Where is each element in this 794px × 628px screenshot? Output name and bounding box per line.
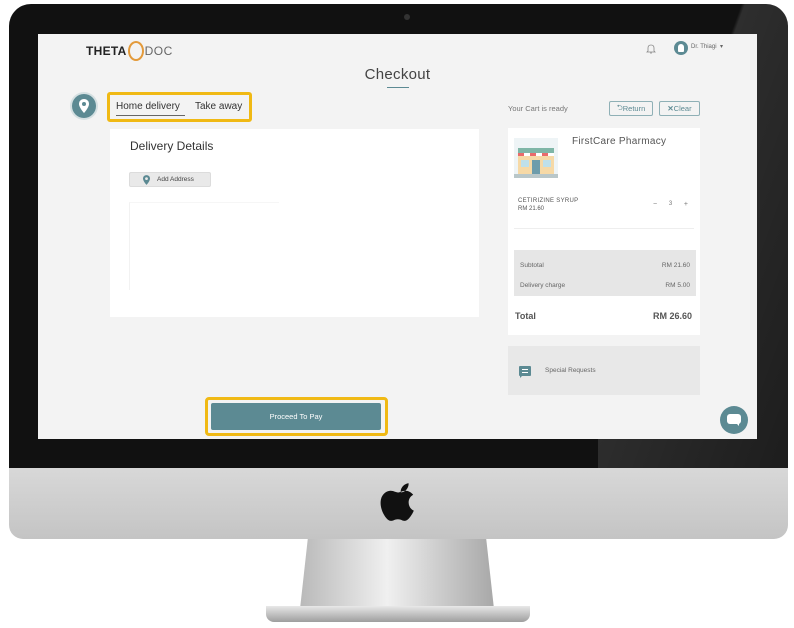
- apple-logo-icon: [380, 483, 414, 521]
- pay-highlight: Proceed To Pay: [205, 397, 388, 436]
- location-pin-button[interactable]: [72, 94, 96, 118]
- address-map-area[interactable]: [129, 202, 279, 290]
- price-summary: Subtotal RM 21.60 Delivery charge RM 5.0…: [514, 250, 696, 296]
- quantity-value: 3: [668, 201, 673, 207]
- monitor-stand: [300, 539, 494, 609]
- decrease-quantity-button[interactable]: −: [653, 201, 657, 208]
- chat-icon[interactable]: [720, 406, 748, 434]
- tab-take-away[interactable]: Take away: [195, 101, 242, 112]
- bell-icon[interactable]: [645, 43, 657, 55]
- increase-quantity-button[interactable]: +: [684, 201, 688, 208]
- camera-icon: [404, 14, 410, 20]
- cart-card: FirstCare Pharmacy CETIRIZINE SYRUP RM 2…: [508, 128, 700, 335]
- imac-mockup: THETA DOC Dr. Thiagi ▾ Checkout Home del…: [0, 0, 794, 628]
- store-icon: [514, 138, 558, 178]
- return-label: Return: [622, 104, 646, 113]
- delivery-charge-label: Delivery charge: [520, 282, 566, 289]
- special-requests-button[interactable]: Special Requests: [508, 346, 700, 395]
- subtotal-row: Subtotal RM 21.60: [520, 262, 690, 269]
- delivery-mode-tabs: Home delivery Take away: [107, 92, 252, 122]
- delivery-charge-value: RM 5.00: [665, 282, 690, 289]
- total-row: Total RM 26.60: [515, 311, 692, 321]
- delivery-details-heading: Delivery Details: [130, 139, 214, 153]
- active-tab-indicator: [116, 115, 185, 116]
- total-value: RM 26.60: [652, 311, 692, 321]
- delivery-details-card: Delivery Details Add Address: [110, 129, 479, 317]
- user-name[interactable]: Dr. Thiagi: [691, 44, 717, 50]
- location-pin-icon: [79, 99, 89, 113]
- pharmacy-name: FirstCare Pharmacy: [572, 136, 667, 147]
- cart-item-price: RM 21.60: [518, 206, 545, 212]
- message-icon: [519, 366, 531, 378]
- title-underline: [387, 87, 409, 88]
- tab-home-delivery[interactable]: Home delivery: [116, 101, 180, 112]
- map-pin-icon: [143, 175, 150, 185]
- proceed-to-pay-button[interactable]: Proceed To Pay: [211, 403, 381, 430]
- clear-label: Clear: [673, 104, 692, 113]
- quantity-stepper: − 3 +: [651, 198, 690, 210]
- divider: [514, 228, 694, 229]
- delivery-charge-row: Delivery charge RM 5.00: [520, 282, 690, 289]
- add-address-label: Add Address: [157, 176, 194, 183]
- cart-status: Your Cart is ready: [508, 104, 568, 113]
- app-screen: THETA DOC Dr. Thiagi ▾ Checkout Home del…: [38, 34, 757, 439]
- cart-item-name: CETIRIZINE SYRUP: [518, 198, 579, 204]
- special-requests-label: Special Requests: [545, 367, 596, 374]
- page-title: Checkout: [364, 66, 431, 83]
- total-label: Total: [515, 311, 536, 321]
- logo-ring-icon: [127, 41, 144, 61]
- return-button[interactable]: ⮌ Return: [609, 101, 653, 116]
- subtotal-value: RM 21.60: [661, 262, 690, 269]
- clear-button[interactable]: ✕ Clear: [659, 101, 700, 116]
- subtotal-label: Subtotal: [520, 262, 544, 269]
- add-address-button[interactable]: Add Address: [129, 172, 211, 187]
- logo-text-left: THETA: [86, 44, 127, 58]
- logo-text-right: DOC: [144, 44, 173, 58]
- chevron-down-icon[interactable]: ▾: [720, 43, 723, 50]
- user-avatar-icon[interactable]: [674, 41, 688, 55]
- thetadoc-logo[interactable]: THETA DOC: [86, 41, 173, 61]
- monitor-foot: [266, 606, 530, 622]
